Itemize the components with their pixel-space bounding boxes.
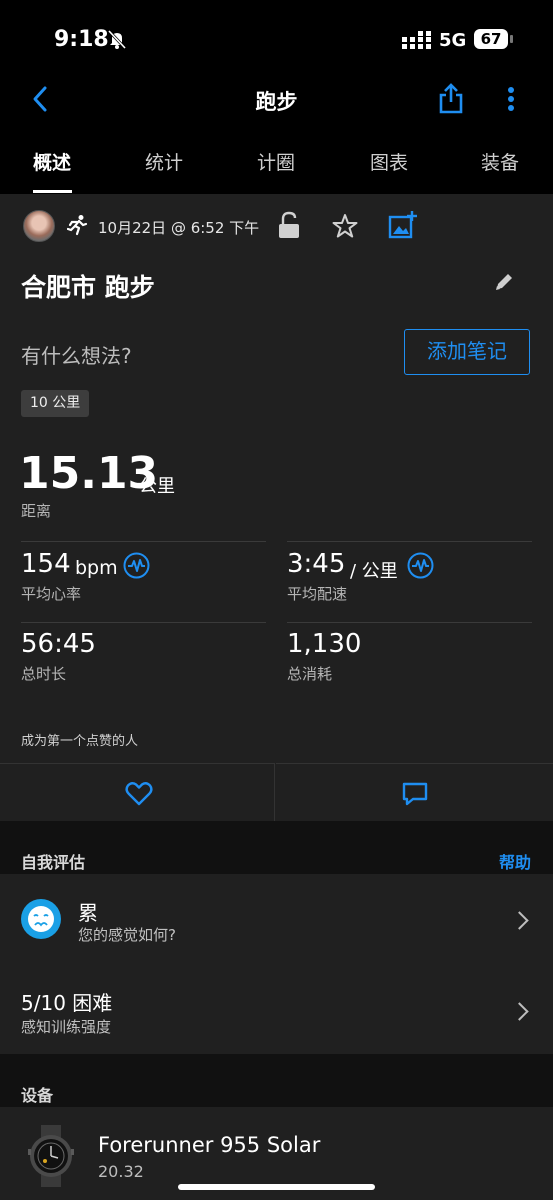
edit-icon[interactable] <box>494 272 514 292</box>
pace-chart-icon[interactable] <box>407 552 434 579</box>
help-link[interactable]: 帮助 <box>499 849 531 873</box>
status-bar: 9:18 5G 67 <box>0 0 553 80</box>
chevron-right-icon <box>510 911 529 930</box>
avatar[interactable] <box>23 210 55 242</box>
heart-rate-label: 平均心率 <box>21 585 82 603</box>
tab-stats[interactable]: 统计 <box>145 148 183 175</box>
self-eval-title: 自我评估 <box>21 853 86 872</box>
heart-rate-value: 154 <box>21 549 71 579</box>
distance-unit: 公里 <box>139 476 175 497</box>
distance-tag[interactable]: 10 公里 <box>21 390 90 417</box>
distance-label: 距离 <box>21 502 52 520</box>
calories-label: 总消耗 <box>287 665 333 683</box>
running-icon <box>66 214 89 236</box>
distance-tag-label: 10 公里 <box>30 395 81 411</box>
share-icon[interactable] <box>437 82 465 114</box>
heart-rate-unit: bpm <box>75 557 118 579</box>
unlock-icon[interactable] <box>277 211 301 239</box>
star-icon[interactable] <box>332 213 358 239</box>
distance-value: 15.13 <box>19 448 159 499</box>
battery-level: 67 <box>480 30 502 48</box>
add-note-label: 添加笔记 <box>427 339 507 363</box>
feeling-subtitle: 您的感觉如何? <box>78 926 176 944</box>
tab-overview[interactable]: 概述 <box>33 148 71 175</box>
tired-face-icon <box>21 899 61 939</box>
pace-value: 3:45 <box>287 549 346 579</box>
thoughts-prompt[interactable]: 有什么想法? <box>21 340 132 369</box>
nav-bar: 跑步 <box>0 80 553 194</box>
page-title: 跑步 <box>255 90 298 114</box>
like-button[interactable] <box>0 763 275 821</box>
comment-button[interactable] <box>276 763 553 821</box>
battery-icon: 67 <box>474 29 508 49</box>
calories-value: 1,130 <box>287 629 362 659</box>
activity-date: 10月22日 @ 6:52 下午 <box>98 219 260 237</box>
activity-card: 10月22日 @ 6:52 下午 合肥市 跑步 有什么想法? 添加笔记 10 公 <box>0 194 553 821</box>
effort-title: 5/10 困难 <box>21 991 113 1015</box>
tab-charts[interactable]: 图表 <box>370 148 408 175</box>
tab-gear[interactable]: 装备 <box>481 148 519 175</box>
tab-underline <box>33 190 72 193</box>
device-name: Forerunner 955 Solar <box>98 1133 321 1157</box>
device-section-title: 设备 <box>21 1086 54 1105</box>
status-time: 9:18 <box>54 27 109 52</box>
heart-icon <box>125 781 153 806</box>
chevron-right-icon <box>510 1002 529 1021</box>
duration-value: 56:45 <box>21 629 96 659</box>
effort-row[interactable]: 5/10 困难 感知训练强度 <box>0 964 553 1054</box>
pace-label: 平均配速 <box>287 585 348 603</box>
tab-laps[interactable]: 计圈 <box>257 148 295 175</box>
feeling-row[interactable]: 累 您的感觉如何? <box>0 874 553 964</box>
watch-icon <box>27 1125 75 1187</box>
feeling-title: 累 <box>78 901 98 925</box>
device-version: 20.32 <box>98 1162 144 1181</box>
signal-icon <box>402 31 432 49</box>
bell-slash-icon <box>106 28 128 50</box>
add-photo-icon[interactable] <box>388 210 418 240</box>
more-options-icon[interactable] <box>505 85 517 115</box>
effort-subtitle: 感知训练强度 <box>21 1018 112 1036</box>
pace-unit: / 公里 <box>350 561 398 582</box>
heart-rate-chart-icon[interactable] <box>123 552 150 579</box>
comment-icon <box>402 782 428 806</box>
likes-text: 成为第一个点赞的人 <box>21 734 139 749</box>
home-indicator[interactable] <box>178 1184 375 1190</box>
network-label: 5G <box>439 30 467 51</box>
duration-label: 总时长 <box>21 665 67 683</box>
self-eval-card: 累 您的感觉如何? 5/10 困难 感知训练强度 <box>0 874 553 1054</box>
add-note-button[interactable]: 添加笔记 <box>404 329 530 375</box>
activity-title: 合肥市 跑步 <box>21 273 155 302</box>
